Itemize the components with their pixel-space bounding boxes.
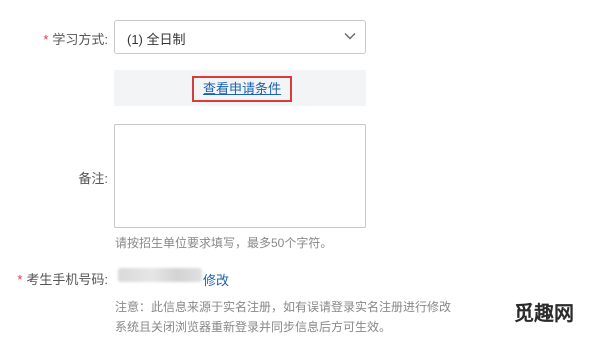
study-mode-value: (1) 全日制 — [127, 32, 186, 47]
svg-text:觅趣网: 觅趣网 — [514, 301, 574, 325]
notice-line-2: 系统且关闭浏览器重新登录并同步信息后方可生效。 — [115, 320, 392, 334]
phone-label-row: * 考生手机号码: — [17, 269, 108, 288]
notice-line-1: 注意：此信息来源于实名注册，如有误请登录实名注册进行修改 — [115, 300, 452, 314]
remarks-hint: 请按招生单位要求填写，最多50个字符。 — [115, 236, 333, 250]
required-mark: * — [43, 32, 49, 47]
remarks-label: 备注: — [78, 171, 108, 186]
study-mode-label-row: * 学习方式: — [43, 29, 108, 48]
required-mark: * — [17, 272, 23, 287]
remarks-textarea[interactable] — [114, 124, 366, 228]
masked-phone-number — [118, 268, 202, 282]
study-mode-label: 学习方式: — [52, 32, 108, 47]
view-conditions-link[interactable]: 查看申请条件 — [192, 76, 292, 102]
chevron-down-icon — [344, 33, 356, 40]
phone-label: 考生手机号码: — [26, 272, 108, 287]
notice-text: 注意：此信息来源于实名注册，如有误请登录实名注册进行修改 系统且关闭浏览器重新登… — [115, 297, 515, 337]
edit-phone-link[interactable]: 修改 — [203, 270, 229, 289]
watermark-logo: 觅趣网 — [500, 299, 588, 327]
study-mode-select[interactable]: (1) 全日制 — [114, 20, 366, 54]
